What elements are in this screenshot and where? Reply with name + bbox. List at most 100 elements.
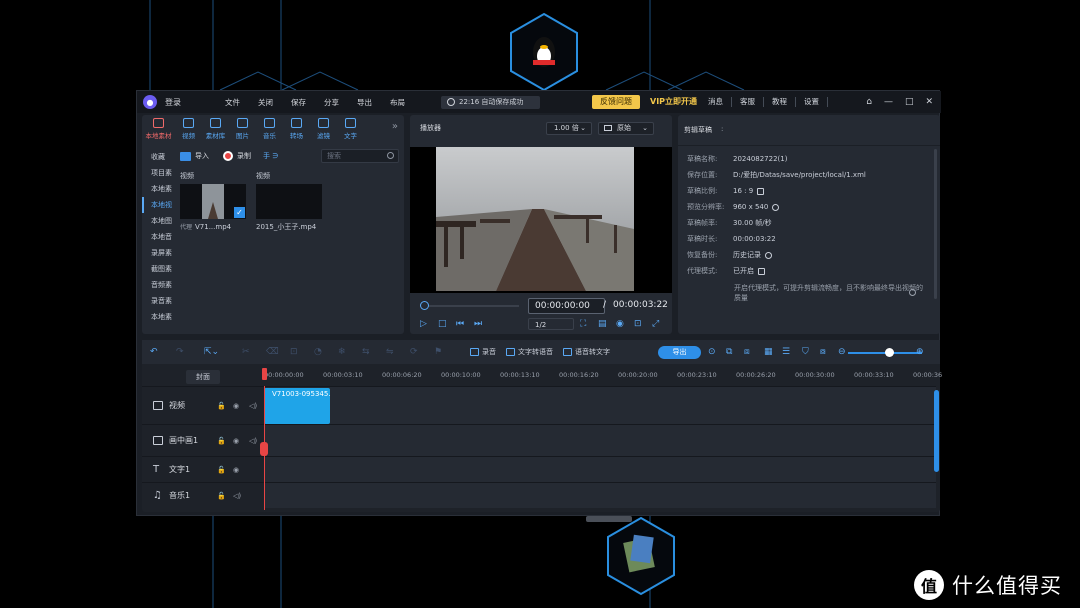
support-link[interactable]: 客服 — [740, 95, 755, 109]
zoom-in-icon[interactable]: ⊕ — [916, 346, 924, 358]
settings-link[interactable]: 设置 — [804, 95, 819, 109]
sidebar-item[interactable]: 项目素 — [142, 165, 176, 181]
pip-lane[interactable] — [264, 424, 936, 456]
feedback-button[interactable]: 反馈问题 — [592, 95, 640, 109]
zoom-slider[interactable] — [848, 348, 922, 357]
record-audio-button[interactable]: 录音 — [470, 346, 496, 358]
tab-text[interactable]: 文字 — [337, 115, 364, 143]
export-button[interactable]: 导出 — [658, 346, 701, 359]
home-icon[interactable]: ⌂ — [866, 96, 872, 108]
current-timecode[interactable]: 00:00:00:00 — [528, 298, 605, 314]
fullscreen-toggle-icon[interactable]: ⛶ — [580, 318, 586, 330]
split-icon[interactable]: ✂ — [242, 346, 250, 358]
minimize-icon[interactable]: — — [884, 96, 893, 108]
select-tool-icon[interactable]: ⇱⌄ — [204, 346, 219, 358]
seek-handle[interactable] — [420, 301, 429, 310]
play-icon[interactable]: ▷ — [420, 318, 427, 330]
subtitle-icon[interactable]: ▤ — [598, 318, 607, 330]
rotate-icon[interactable]: ⟳ — [410, 346, 418, 358]
history-link[interactable]: 历史记录 — [733, 250, 761, 260]
camera-icon[interactable]: ◉ — [616, 318, 624, 330]
sidebar-item[interactable]: 录音素 — [142, 293, 176, 309]
tab-local-media[interactable]: 本地素材 — [142, 115, 175, 143]
scrollbar[interactable] — [934, 149, 937, 299]
vip-button[interactable]: VIP立即开通 — [650, 95, 697, 109]
menu-close[interactable]: 关闭 — [258, 97, 291, 108]
delete-icon[interactable]: ⌫ — [266, 346, 279, 358]
time-ruler[interactable]: 00:00:00:00 00:00:03:10 00:00:06:20 00:0… — [264, 364, 942, 386]
speaker-icon[interactable]: ◁) — [233, 492, 247, 500]
fit-icon[interactable]: ⧇ — [820, 346, 826, 358]
snap-icon[interactable]: ⧉ — [726, 346, 732, 358]
eye-icon[interactable]: ◉ — [233, 437, 247, 445]
search-icon[interactable] — [387, 152, 394, 159]
crop-tool-icon[interactable]: ⊡ — [290, 346, 298, 358]
menu-share[interactable]: 分享 — [324, 97, 357, 108]
lock-icon[interactable]: 🔓 — [217, 437, 231, 445]
playhead-marker[interactable] — [260, 442, 268, 456]
cover-button[interactable]: 封面 — [186, 370, 220, 384]
marker-icon[interactable]: ⚑ — [434, 346, 442, 358]
ripple-icon[interactable]: ⧈ — [744, 346, 750, 358]
history-icon[interactable] — [765, 251, 772, 259]
eye-icon[interactable]: ◉ — [233, 402, 247, 410]
text-lane[interactable] — [264, 456, 936, 482]
tab-library[interactable]: 素材库 — [202, 115, 229, 143]
mirror-icon[interactable]: ⇋ — [386, 346, 394, 358]
tab-transition[interactable]: 转场 — [283, 115, 310, 143]
sidebar-item[interactable]: 音频素 — [142, 277, 176, 293]
tab-video[interactable]: 视频 — [175, 115, 202, 143]
media-item[interactable]: 视频 2015_小王子.mp4 — [256, 171, 322, 232]
search-input[interactable]: 搜索 — [321, 149, 399, 163]
sidebar-item[interactable]: 截图素 — [142, 261, 176, 277]
zoom-out-icon[interactable]: ⊖ — [838, 346, 846, 358]
tab-music[interactable]: 音乐 — [256, 115, 283, 143]
checkbox-checked-icon[interactable]: ✓ — [234, 207, 245, 218]
help-icon[interactable] — [909, 289, 916, 296]
stop-icon[interactable]: □ — [438, 318, 447, 330]
reverse-icon[interactable]: ⇆ — [362, 346, 370, 358]
play-box-icon[interactable] — [757, 187, 765, 195]
next-frame-icon[interactable]: ⏭ — [474, 318, 482, 330]
redo-icon[interactable]: ↷ — [176, 346, 184, 358]
zoom-fit-icon[interactable]: ⊙ — [708, 346, 716, 358]
sidebar-item-favorites[interactable]: 收藏 — [142, 149, 176, 165]
login-link[interactable]: 登录 — [165, 97, 181, 108]
track-manager-icon[interactable]: ☰ — [782, 346, 790, 358]
scrollbar[interactable] — [934, 390, 939, 472]
expand-icon[interactable]: ⤢ — [652, 318, 659, 330]
media-item[interactable]: 视频 ✓ 代理 V71...mp4 — [180, 171, 246, 231]
menu-layout[interactable]: 布局 — [390, 97, 423, 108]
speaker-icon[interactable]: ◁) — [249, 402, 263, 410]
proxy-toggle-icon[interactable] — [758, 267, 765, 275]
menu-save[interactable]: 保存 — [291, 97, 324, 108]
sidebar-item[interactable]: 本地素 — [142, 181, 176, 197]
speech-to-text-button[interactable]: 语音转文字 — [563, 346, 610, 358]
lock-icon[interactable]: 🔓 — [217, 492, 231, 500]
sidebar-item-selected[interactable]: 本地视 — [142, 197, 176, 213]
lock-icon[interactable]: 🔓 — [217, 466, 231, 474]
eye-icon[interactable]: ◉ — [233, 466, 247, 474]
music-lane[interactable] — [264, 482, 936, 508]
sidebar-item[interactable]: 本地图 — [142, 213, 176, 229]
text-to-speech-button[interactable]: 文字转语音 — [506, 346, 553, 358]
quality-select[interactable]: 原始 ⌄ — [598, 122, 654, 135]
zoom-handle[interactable] — [885, 348, 894, 357]
crop-icon[interactable]: ⊡ — [634, 318, 642, 330]
sidebar-item[interactable]: 本地音 — [142, 229, 176, 245]
speed-select[interactable]: 1.00 倍 ⌄ — [546, 122, 592, 135]
shield-icon[interactable]: ⛉ — [802, 346, 809, 358]
preview-ratio-select[interactable]: 1/2 — [528, 318, 574, 330]
freeze-icon[interactable]: ❄ — [338, 346, 346, 358]
import-button[interactable]: 导入 — [180, 151, 209, 161]
tab-image[interactable]: 图片 — [229, 115, 256, 143]
lock-icon[interactable]: 🔓 — [217, 402, 231, 410]
close-icon[interactable]: ✕ — [925, 96, 933, 108]
grid-icon[interactable]: ▦ — [764, 346, 773, 358]
chevron-double-right-icon[interactable]: » — [392, 121, 398, 132]
messages-link[interactable]: 消息 — [708, 95, 723, 109]
help-icon[interactable] — [772, 203, 780, 211]
menu-file[interactable]: 文件 — [225, 97, 258, 108]
sidebar-item[interactable]: 本地素 — [142, 309, 176, 325]
seek-bar[interactable] — [420, 301, 519, 310]
